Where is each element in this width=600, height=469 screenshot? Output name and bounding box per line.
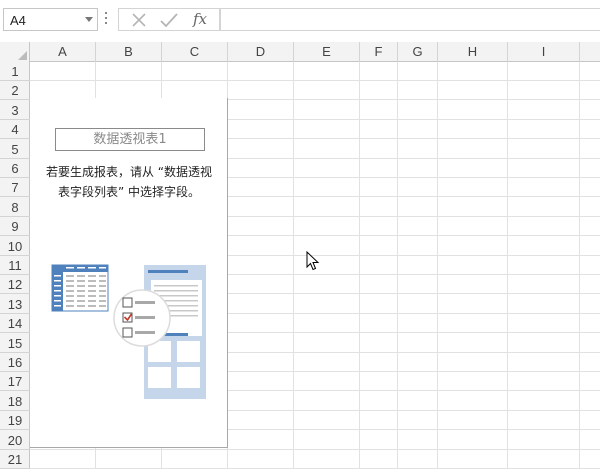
pivot-instruction-line: 表字段列表” 中选择字段。 bbox=[57, 185, 201, 199]
more-options-icon[interactable] bbox=[104, 12, 108, 26]
pivot-table-illustration bbox=[50, 263, 210, 403]
row-header[interactable]: 13 bbox=[0, 295, 30, 314]
row-header[interactable]: 4 bbox=[0, 120, 30, 140]
row-header[interactable]: 7 bbox=[0, 178, 30, 198]
row-header[interactable]: 18 bbox=[0, 392, 30, 411]
name-box-value: A4 bbox=[10, 13, 26, 28]
column-header-e[interactable]: E bbox=[294, 42, 360, 62]
mouse-pointer-icon bbox=[306, 250, 320, 271]
name-box[interactable]: A4 bbox=[3, 8, 98, 31]
formula-buttons: fx bbox=[118, 8, 220, 31]
column-header-f[interactable]: F bbox=[360, 42, 398, 62]
select-all-button[interactable] bbox=[0, 42, 30, 62]
row-header[interactable]: 14 bbox=[0, 314, 30, 334]
row-header[interactable]: 2 bbox=[0, 81, 30, 101]
column-header-d[interactable]: D bbox=[228, 42, 294, 62]
row-header[interactable]: 8 bbox=[0, 198, 30, 217]
column-header-c[interactable]: C bbox=[162, 42, 228, 62]
row-header[interactable]: 3 bbox=[0, 101, 30, 120]
row-header[interactable]: 6 bbox=[0, 159, 30, 178]
insert-function-icon[interactable]: fx bbox=[187, 10, 215, 30]
column-headers: A B C D E F G H I bbox=[0, 42, 600, 62]
pivot-table-placeholder[interactable]: 数据透视表1 若要生成报表，请从 “数据透视 表字段列表” 中选择字段。 bbox=[30, 98, 228, 448]
column-header-i[interactable]: I bbox=[508, 42, 580, 62]
row-header[interactable]: 20 bbox=[0, 431, 30, 450]
row-header[interactable]: 15 bbox=[0, 334, 30, 353]
column-header-a[interactable]: A bbox=[30, 42, 96, 62]
formula-input[interactable] bbox=[220, 8, 600, 31]
row-header[interactable]: 19 bbox=[0, 411, 30, 431]
formula-bar: A4 fx bbox=[0, 0, 600, 42]
row-header[interactable]: 10 bbox=[0, 237, 30, 256]
row-header[interactable]: 1 bbox=[0, 62, 30, 81]
cancel-x-icon[interactable] bbox=[125, 10, 153, 30]
pivot-table-name: 数据透视表1 bbox=[55, 128, 205, 151]
pivot-instruction-line: 若要生成报表，请从 “数据透视 bbox=[45, 165, 213, 179]
column-header-b[interactable]: B bbox=[96, 42, 162, 62]
column-header-g[interactable]: G bbox=[398, 42, 438, 62]
row-header[interactable]: 12 bbox=[0, 275, 30, 295]
pivot-table-instructions: 若要生成报表，请从 “数据透视 表字段列表” 中选择字段。 bbox=[32, 162, 226, 202]
row-headers: 1 2 3 4 5 6 7 8 9 10 11 12 13 14 15 16 1… bbox=[0, 62, 30, 469]
row-header[interactable]: 16 bbox=[0, 353, 30, 372]
row-header[interactable]: 5 bbox=[0, 140, 30, 159]
column-header-partial[interactable] bbox=[580, 42, 600, 62]
row-header[interactable]: 21 bbox=[0, 450, 30, 469]
row-header[interactable]: 17 bbox=[0, 372, 30, 392]
row-header[interactable]: 11 bbox=[0, 256, 30, 275]
chevron-down-icon[interactable] bbox=[85, 17, 93, 22]
column-header-h[interactable]: H bbox=[438, 42, 508, 62]
row-header[interactable]: 9 bbox=[0, 217, 30, 237]
checkmark-icon[interactable] bbox=[155, 10, 183, 30]
function-label: fx bbox=[193, 10, 208, 28]
